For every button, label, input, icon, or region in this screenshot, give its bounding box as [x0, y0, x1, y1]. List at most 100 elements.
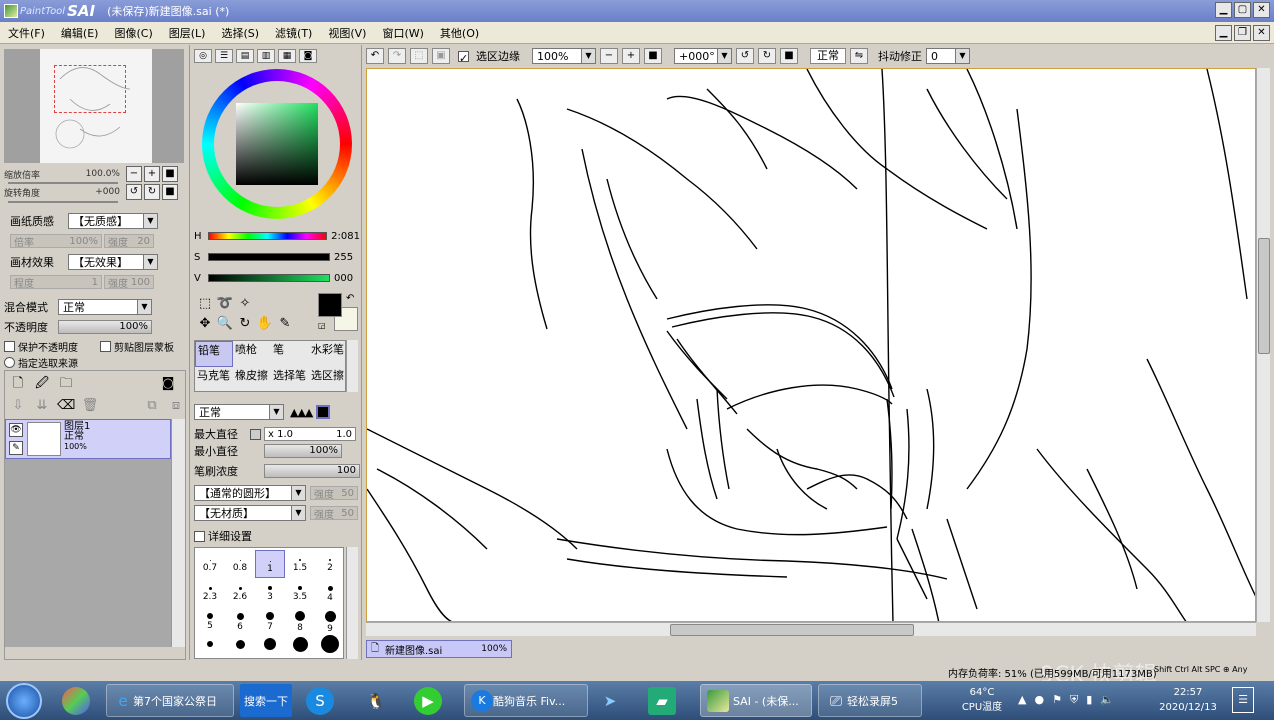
brush-size-item[interactable]: 2.3	[195, 578, 225, 606]
color-mixer-tab-icon[interactable]: ▥	[257, 49, 275, 63]
brush-size-item[interactable]: 3.5	[285, 578, 315, 606]
taskbar-pinned-qq[interactable]: 🐧	[362, 684, 390, 717]
brush-item[interactable]: 选择笔	[271, 367, 309, 393]
canvas-vertical-scrollbar[interactable]	[1256, 68, 1270, 622]
pen-lock-icon[interactable]: ✎	[9, 441, 23, 455]
canvas-zoom-out-icon[interactable]: −	[600, 48, 618, 64]
min-size-slider[interactable]: 100%	[264, 444, 342, 458]
tray-app-icon[interactable]: ●	[1034, 693, 1044, 707]
flag-icon[interactable]: ⚑	[1052, 693, 1062, 707]
new-linework-layer-icon[interactable]: 🖉	[33, 375, 51, 393]
start-button[interactable]	[6, 683, 42, 719]
rotate-icon[interactable]: ↻	[236, 315, 254, 333]
volume-icon[interactable]: 🔈	[1100, 693, 1114, 707]
delete-layer-icon[interactable]: 🗑	[81, 397, 99, 415]
hue-slider[interactable]	[207, 232, 328, 240]
brush-size-item[interactable]	[285, 634, 315, 662]
brush-size-item[interactable]: 9	[315, 606, 345, 634]
taskbar-pinned-player[interactable]: ▶	[414, 684, 442, 717]
taskbar-app-recorder[interactable]: ⎚ 轻松录屏5	[818, 684, 922, 717]
navigator-view-rect[interactable]	[54, 65, 126, 113]
canvas-zoom-reset-icon[interactable]: ■	[644, 48, 662, 64]
layer-copy-icon[interactable]: ⧉	[143, 397, 161, 415]
menu-filter[interactable]: 滤镜(T)	[267, 25, 320, 41]
brush-square-shape-button[interactable]	[316, 405, 331, 419]
navigator-preview[interactable]	[4, 49, 184, 163]
paper-strength2-field[interactable]: 强度 100	[104, 275, 154, 290]
max-size-lock-icon[interactable]	[250, 428, 261, 440]
new-folder-icon[interactable]: 🗀	[57, 375, 75, 393]
flip-horizontal-icon[interactable]: ⇋	[850, 48, 868, 64]
brush-size-item[interactable]: 4	[315, 578, 345, 606]
brush-size-item[interactable]	[315, 634, 345, 662]
blend-mode-dropdown[interactable]: 正常 ▼	[58, 299, 152, 315]
rotate-right-button[interactable]: ↻	[144, 184, 160, 200]
rgb-slider-tab-icon[interactable]: ☰	[215, 49, 233, 63]
redo-icon[interactable]: ↷	[388, 48, 406, 64]
brush-item[interactable]: 喷枪	[233, 341, 271, 367]
canvas-vertical-thumb[interactable]	[1258, 238, 1270, 354]
paper-effect-dropdown[interactable]: 【无效果】 ▼	[68, 254, 158, 270]
color-wheel-tab-icon[interactable]: ◎	[194, 49, 212, 63]
scratchpad-tab-icon[interactable]: ◙	[299, 49, 317, 63]
zoom-out-button[interactable]: −	[126, 166, 142, 182]
taskbar-clock[interactable]: 22:57 2020/12/13	[1152, 685, 1224, 715]
doc-minimize-button[interactable]: ▁	[1215, 25, 1232, 41]
menu-edit[interactable]: 编辑(E)	[53, 25, 107, 41]
brush-mode-dropdown[interactable]: 正常 ▼	[194, 404, 284, 420]
swatches-tab-icon[interactable]: ▦	[278, 49, 296, 63]
zoom-icon[interactable]: 🔍	[216, 315, 234, 333]
rotate-slider[interactable]	[8, 201, 118, 203]
magic-wand-icon[interactable]: ✧	[236, 295, 254, 313]
rect-select-icon[interactable]: ⬚	[196, 295, 214, 313]
invert-select-icon[interactable]: ▣	[432, 48, 450, 64]
brush-item[interactable]: 选区擦	[309, 367, 347, 393]
swap-colors-icon[interactable]: ↶	[346, 293, 354, 304]
menu-other[interactable]: 其他(O)	[432, 25, 487, 41]
rotate-reset-button[interactable]: ■	[162, 184, 178, 200]
menu-window[interactable]: 窗口(W)	[374, 25, 431, 41]
density-slider[interactable]: 100	[264, 464, 360, 478]
cpu-temperature[interactable]: 64°C CPU温度	[958, 685, 1006, 715]
rotate-left-button[interactable]: ↺	[126, 184, 142, 200]
selection-edge-checkbox[interactable]: ✓	[458, 50, 469, 65]
brush-size-item[interactable]: 0.8	[225, 550, 255, 578]
doc-restore-button[interactable]: ❐	[1234, 25, 1251, 41]
menu-file[interactable]: 文件(F)	[0, 25, 53, 41]
brush-size-item[interactable]: 5	[195, 606, 225, 634]
taskbar-search[interactable]: 搜索一下	[240, 684, 292, 717]
new-layer-icon[interactable]: 🗋	[9, 375, 27, 393]
brush-texture-dropdown[interactable]: 【无材质】 ▼	[194, 505, 306, 521]
hand-icon[interactable]: ✋	[256, 315, 274, 333]
tray-expand-icon[interactable]: ▲	[1018, 693, 1026, 707]
canvas-zoom-in-icon[interactable]: +	[622, 48, 640, 64]
color-wheel[interactable]	[202, 69, 352, 219]
brush-size-item[interactable]	[255, 634, 285, 662]
details-checkbox[interactable]	[194, 530, 205, 542]
zoom-in-button[interactable]: +	[144, 166, 160, 182]
brush-item[interactable]: 橡皮擦	[233, 367, 271, 393]
paper-texture-dropdown[interactable]: 【无质感】 ▼	[68, 213, 158, 229]
opacity-slider[interactable]: 100%	[58, 320, 152, 334]
layer-list-scrollbar[interactable]	[171, 419, 185, 647]
brush-size-item[interactable]: 7	[255, 606, 285, 634]
shape-strength-field[interactable]: 强度 50	[310, 486, 358, 501]
brush-grid-scrollbar[interactable]	[346, 340, 358, 392]
clear-layer-icon[interactable]: ⌫	[57, 397, 75, 415]
brush-size-item[interactable]	[195, 634, 225, 662]
drawing-canvas[interactable]	[366, 68, 1256, 622]
tray-security-icon[interactable]: ⛨	[1070, 693, 1078, 707]
canvas-rotate-right-icon[interactable]: ↻	[758, 48, 776, 64]
saturation-slider[interactable]	[208, 253, 330, 261]
taskbar-pinned-feishu[interactable]: ➤	[596, 684, 624, 717]
stabilizer-dropdown[interactable]: 0 ▼	[926, 48, 970, 64]
primary-color-swatch[interactable]	[318, 293, 342, 317]
paper-degree-field[interactable]: 程度 1	[10, 275, 102, 290]
protect-opacity-checkbox[interactable]	[4, 340, 15, 352]
hsv-slider-tab-icon[interactable]: ▤	[236, 49, 254, 63]
doc-close-button[interactable]: ✕	[1253, 25, 1270, 41]
taskbar-app-kugou[interactable]: K 酷狗音乐 Fiv...	[464, 684, 588, 717]
close-button[interactable]: ✕	[1253, 2, 1270, 18]
canvas-rotate-reset-icon[interactable]: ■	[780, 48, 798, 64]
brush-size-item[interactable]: 6	[225, 606, 255, 634]
